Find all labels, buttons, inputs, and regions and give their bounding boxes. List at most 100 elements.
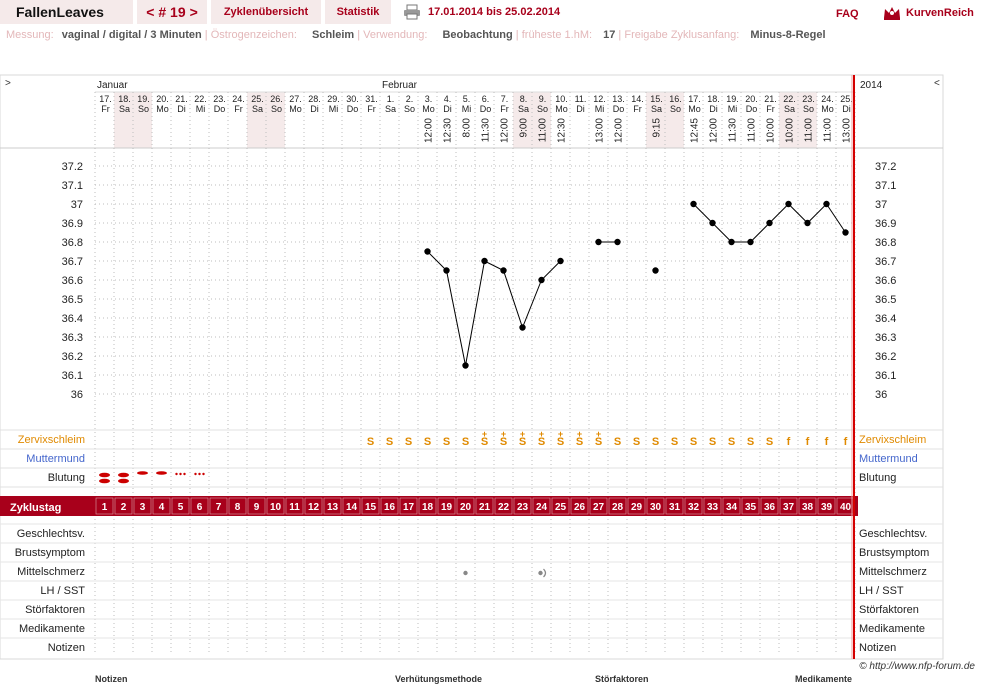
day-number: 2. — [406, 94, 414, 104]
row-label-extra-right: Brustsymptom — [859, 547, 929, 559]
measure-time: 12:00 — [424, 118, 435, 143]
measure-time: 9:15 — [652, 118, 663, 138]
y-tick-right: 36.2 — [875, 351, 896, 363]
weekday-label: Di — [842, 104, 851, 114]
weekday-label: Fr — [101, 104, 110, 114]
weekday-label: Mi — [462, 104, 472, 114]
y-tick-right: 37.2 — [875, 161, 896, 173]
mucus-mark: S — [614, 436, 621, 448]
row-label-extra: Brustsymptom — [15, 547, 85, 559]
day-number: 14. — [631, 94, 644, 104]
mittelschmerz-mark — [463, 570, 468, 576]
day-number: 29. — [327, 94, 340, 104]
bleeding-light-mark — [156, 471, 167, 475]
mucus-mark: S — [405, 436, 412, 448]
weekday-label: Sa — [252, 104, 263, 114]
cycle-day-number: 4 — [159, 502, 165, 513]
measure-time: 11:00 — [747, 118, 758, 143]
y-tick-left: 36.7 — [62, 256, 83, 268]
cycle-day-number: 1 — [102, 502, 108, 513]
mucus-mark: f — [806, 436, 810, 448]
cycle-day-number: 26 — [574, 502, 586, 513]
measure-time: 12:00 — [500, 118, 511, 143]
day-number: 22. — [783, 94, 796, 104]
mucus-mark: S — [747, 436, 754, 448]
day-number: 19. — [137, 94, 150, 104]
cycle-day-number: 20 — [460, 502, 472, 513]
temperature-point — [462, 362, 469, 369]
y-tick-right: 36.8 — [875, 237, 896, 249]
mucus-mark: S — [367, 436, 374, 448]
cycle-chart: > <Januar Februar 201417.Fr18.Sa19.So20.Mo2… — [0, 74, 944, 660]
cycle-day-number: 30 — [650, 502, 662, 513]
day-number: 10. — [555, 94, 568, 104]
right-scroll-arrow[interactable]: < — [934, 78, 940, 89]
left-scroll-arrow[interactable]: > — [5, 78, 11, 89]
cycle-day-number: 31 — [669, 502, 681, 513]
measure-time: 12:00 — [614, 118, 625, 143]
cycle-day-number: 16 — [384, 502, 396, 513]
cycle-day-number: 17 — [403, 502, 415, 513]
row-label-extra-right: Geschlechtsv. — [859, 528, 927, 540]
weekday-label: So — [803, 104, 814, 114]
weekday-label: Do — [214, 104, 226, 114]
day-number: 8. — [520, 94, 528, 104]
footer-section-medikamente: Medikamente — [795, 674, 853, 684]
bleeding-heavy-mark — [99, 478, 110, 484]
day-number: 3. — [425, 94, 433, 104]
bleeding-heavy-mark — [118, 472, 129, 478]
weekday-label: Mo — [422, 104, 435, 114]
weekday-label: Mo — [156, 104, 169, 114]
cycle-day-number: 15 — [365, 502, 377, 513]
day-number: 6. — [482, 94, 490, 104]
cycle-day-number: 9 — [254, 502, 260, 513]
measure-time: 11:00 — [804, 118, 815, 143]
cycle-day-number: 37 — [783, 502, 795, 513]
cycle-day-number: 7 — [216, 502, 222, 513]
weekday-label: Mi — [196, 104, 206, 114]
cycle-day-number: 6 — [197, 502, 203, 513]
day-number: 25. — [840, 94, 853, 104]
row-label-extra-right: Störfaktoren — [859, 604, 919, 616]
weekday-label: Do — [480, 104, 492, 114]
cycle-day-number: 38 — [802, 502, 814, 513]
cycle-day-number: 36 — [764, 502, 776, 513]
bleeding-spot-mark — [198, 472, 201, 476]
row-label-zervixschleim: Zervixschleim — [18, 434, 85, 446]
day-number: 18. — [707, 94, 720, 104]
mucus-mark: f — [844, 436, 848, 448]
temperature-point — [557, 257, 564, 265]
mucus-mark: S — [462, 436, 469, 448]
y-tick-left: 36.5 — [62, 294, 83, 306]
weekday-label: Fr — [234, 104, 243, 114]
bleeding-spot-mark — [194, 472, 197, 476]
cycle-day-number: 39 — [821, 502, 833, 513]
day-number: 18. — [118, 94, 131, 104]
cycle-day-number: 32 — [688, 502, 700, 513]
y-tick-right: 37.1 — [875, 180, 896, 192]
footer-section-stoerfaktoren: Störfaktoren — [595, 674, 649, 684]
cycle-day-number: 23 — [517, 502, 529, 513]
mucus-mark: f — [787, 436, 791, 448]
mucus-plus-mark: + — [539, 429, 544, 439]
y-tick-right: 36.5 — [875, 294, 896, 306]
y-tick-right: 36.1 — [875, 370, 896, 382]
y-tick-left: 37 — [71, 199, 83, 211]
weekday-label: Di — [443, 104, 452, 114]
cycle-day-number: 3 — [140, 502, 146, 513]
cycle-day-number: 11 — [289, 502, 300, 513]
cycle-day-number: 21 — [479, 502, 491, 513]
temperature-point — [652, 267, 659, 274]
temperature-point — [538, 276, 545, 284]
mittelschmerz-mark — [538, 570, 543, 576]
cycle-day-number: 2 — [121, 502, 127, 513]
row-label-extra: Medikamente — [19, 623, 85, 635]
cycle-day-number: 12 — [308, 502, 320, 513]
weekday-label: So — [404, 104, 415, 114]
cycle-day-number: 18 — [422, 502, 434, 513]
mucus-plus-mark: + — [520, 429, 525, 439]
temperature-point — [443, 267, 450, 274]
row-label-blutung: Blutung — [48, 472, 85, 484]
day-number: 20. — [156, 94, 169, 104]
copyright-credit: © http://www.nfp-forum.de — [859, 661, 975, 672]
